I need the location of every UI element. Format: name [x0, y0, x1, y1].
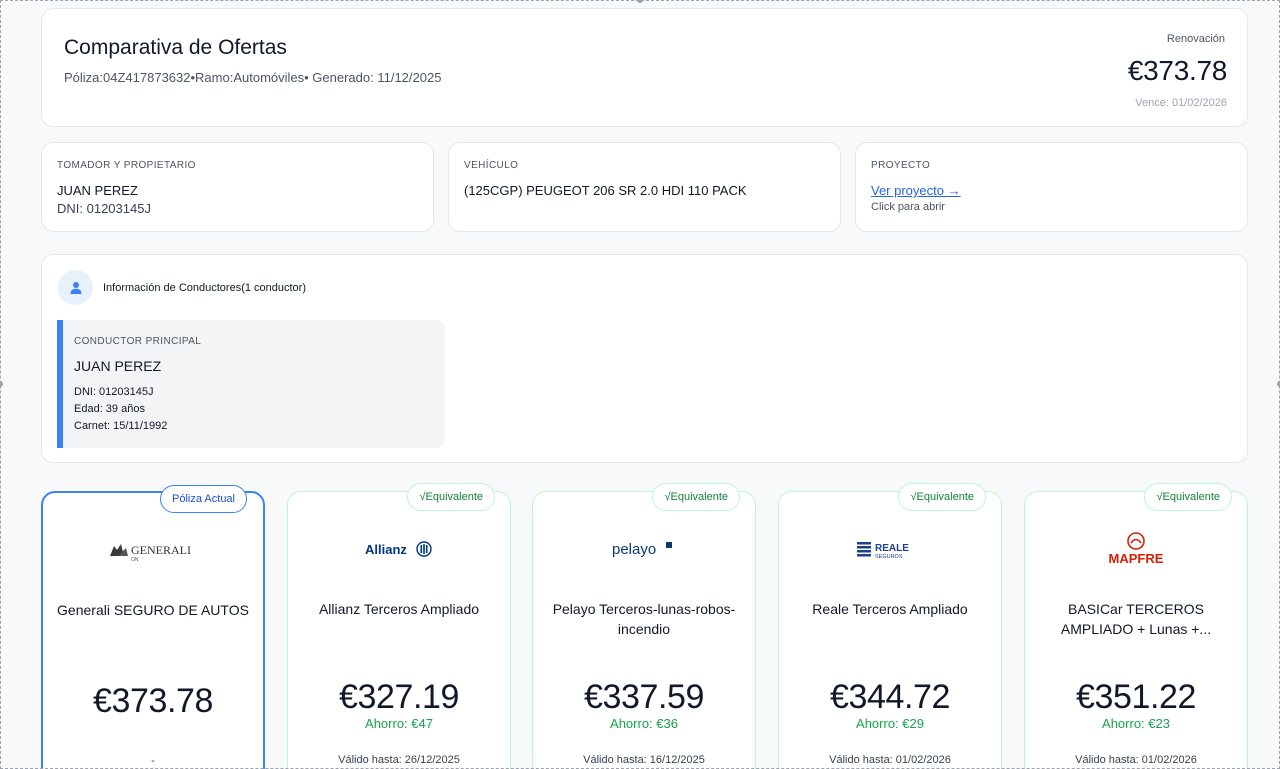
- equivalent-badge: √Equivalente: [407, 483, 495, 511]
- holder-label: TOMADOR Y PROPIETARIO: [57, 160, 196, 171]
- allianz-logo-text: Allianz: [365, 542, 407, 557]
- offer-price: €337.59: [583, 678, 705, 716]
- project-hint: Click para abrir: [871, 201, 945, 213]
- offer-saving: Ahorro: €47: [365, 716, 433, 731]
- offer-price: €351.22: [1075, 678, 1197, 716]
- offer-card-reale[interactable]: √Equivalente REALE SEGUROS Reale Tercero…: [778, 483, 1002, 769]
- user-icon: [58, 270, 93, 305]
- page-title: Comparativa de Ofertas: [64, 36, 287, 59]
- offer-name: Allianz Terceros Ampliado: [318, 601, 480, 617]
- pelayo-logo-text: pelayo: [612, 541, 656, 558]
- main-driver-age: Edad: 39 años: [74, 403, 145, 415]
- equivalent-badge: √Equivalente: [1144, 483, 1232, 511]
- view-project-link[interactable]: Ver proyecto →: [871, 183, 961, 198]
- pelayo-logo: pelayo: [533, 536, 755, 564]
- offer-saving: Ahorro: €29: [856, 716, 924, 731]
- holder-name: JUAN PEREZ: [57, 183, 138, 198]
- vehicle-card: VEHÍCULO (125CGP) PEUGEOT 206 SR 2.0 HDI…: [448, 142, 841, 232]
- project-card[interactable]: PROYECTO Ver proyecto → Click para abrir: [855, 142, 1248, 232]
- offer-card-allianz[interactable]: √Equivalente Allianz Allianz Terceros Am…: [287, 483, 511, 769]
- main-driver-name: JUAN PEREZ: [74, 358, 162, 374]
- drivers-card: Información de Conductores(1 conductor) …: [41, 254, 1248, 463]
- offer-name: BASICar TERCEROS AMPLIADO + Lunas +...: [1060, 601, 1212, 637]
- renewal-label: Renovación: [1166, 33, 1225, 45]
- generali-logo-sub: ON: [131, 557, 139, 562]
- offer-card-generali[interactable]: Póliza Actual GENERALI ON Generali SEGUR…: [41, 485, 265, 769]
- equivalent-badge: √Equivalente: [652, 483, 740, 511]
- offer-valid: Válido hasta: 26/12/2025: [338, 754, 460, 766]
- offer-card-mapfre[interactable]: √Equivalente MAPFRE BASICar TERCEROS AMP…: [1024, 483, 1248, 769]
- project-label: PROYECTO: [871, 160, 931, 171]
- vehicle-value: (125CGP) PEUGEOT 206 SR 2.0 HDI 110 PACK: [464, 183, 747, 198]
- policy-meta: Póliza:04Z417873632•Ramo:Automóviles• Ge…: [64, 70, 442, 85]
- reale-logo-sub: SEGUROS: [875, 554, 903, 560]
- offer-valid: -: [151, 755, 155, 767]
- offer-price: €327.19: [338, 678, 460, 716]
- current-policy-badge: Póliza Actual: [160, 485, 247, 513]
- offer-price: €344.72: [829, 678, 951, 716]
- main-driver-label: CONDUCTOR PRINCIPAL: [74, 336, 202, 347]
- offer-price: €373.78: [92, 682, 214, 720]
- offer-name: Generali SEGURO DE AUTOS: [57, 602, 249, 618]
- offer-saving: Ahorro: €36: [610, 716, 678, 731]
- resize-handle-left[interactable]: [0, 381, 3, 387]
- mapfre-logo-text: MAPFRE: [1109, 551, 1164, 566]
- main-driver-panel: CONDUCTOR PRINCIPAL JUAN PEREZ DNI: 0120…: [57, 320, 445, 448]
- holder-dni: DNI: 01203145J: [57, 201, 151, 216]
- offer-valid: Válido hasta: 16/12/2025: [583, 754, 705, 766]
- generali-logo: GENERALI ON: [43, 537, 263, 565]
- renewal-price: €373.78: [1127, 55, 1227, 86]
- holder-card: TOMADOR Y PROPIETARIO JUAN PEREZ DNI: 01…: [41, 142, 434, 232]
- resize-handle-top[interactable]: [637, 0, 643, 3]
- reale-logo: REALE SEGUROS: [779, 536, 1001, 564]
- offer-card-pelayo[interactable]: √Equivalente pelayo Pelayo Terceros-luna…: [532, 483, 756, 769]
- generali-logo-text: GENERALI: [131, 543, 191, 557]
- renewal-due-date: Vence: 01/02/2026: [1135, 97, 1227, 109]
- summary-header-card: Comparativa de Ofertas Póliza:04Z4178736…: [41, 8, 1248, 127]
- allianz-logo: Allianz: [288, 536, 510, 564]
- vehicle-label: VEHÍCULO: [464, 160, 519, 171]
- offer-valid: Válido hasta: 01/02/2026: [829, 754, 951, 766]
- main-driver-license: Carnet: 15/11/1992: [74, 420, 168, 432]
- main-driver-dni: DNI: 01203145J: [74, 386, 154, 398]
- offer-name: Pelayo Terceros-lunas-robos-incendio: [552, 601, 736, 637]
- offer-name: Reale Terceros Ampliado: [812, 601, 968, 617]
- equivalent-badge: √Equivalente: [898, 483, 986, 511]
- drivers-title: Información de Conductores(1 conductor): [103, 282, 306, 294]
- offer-saving: Ahorro: €23: [1102, 716, 1170, 731]
- offer-valid: Válido hasta: 01/02/2026: [1075, 754, 1197, 766]
- reale-logo-text: REALE: [875, 543, 909, 554]
- mapfre-logo: MAPFRE: [1025, 532, 1247, 568]
